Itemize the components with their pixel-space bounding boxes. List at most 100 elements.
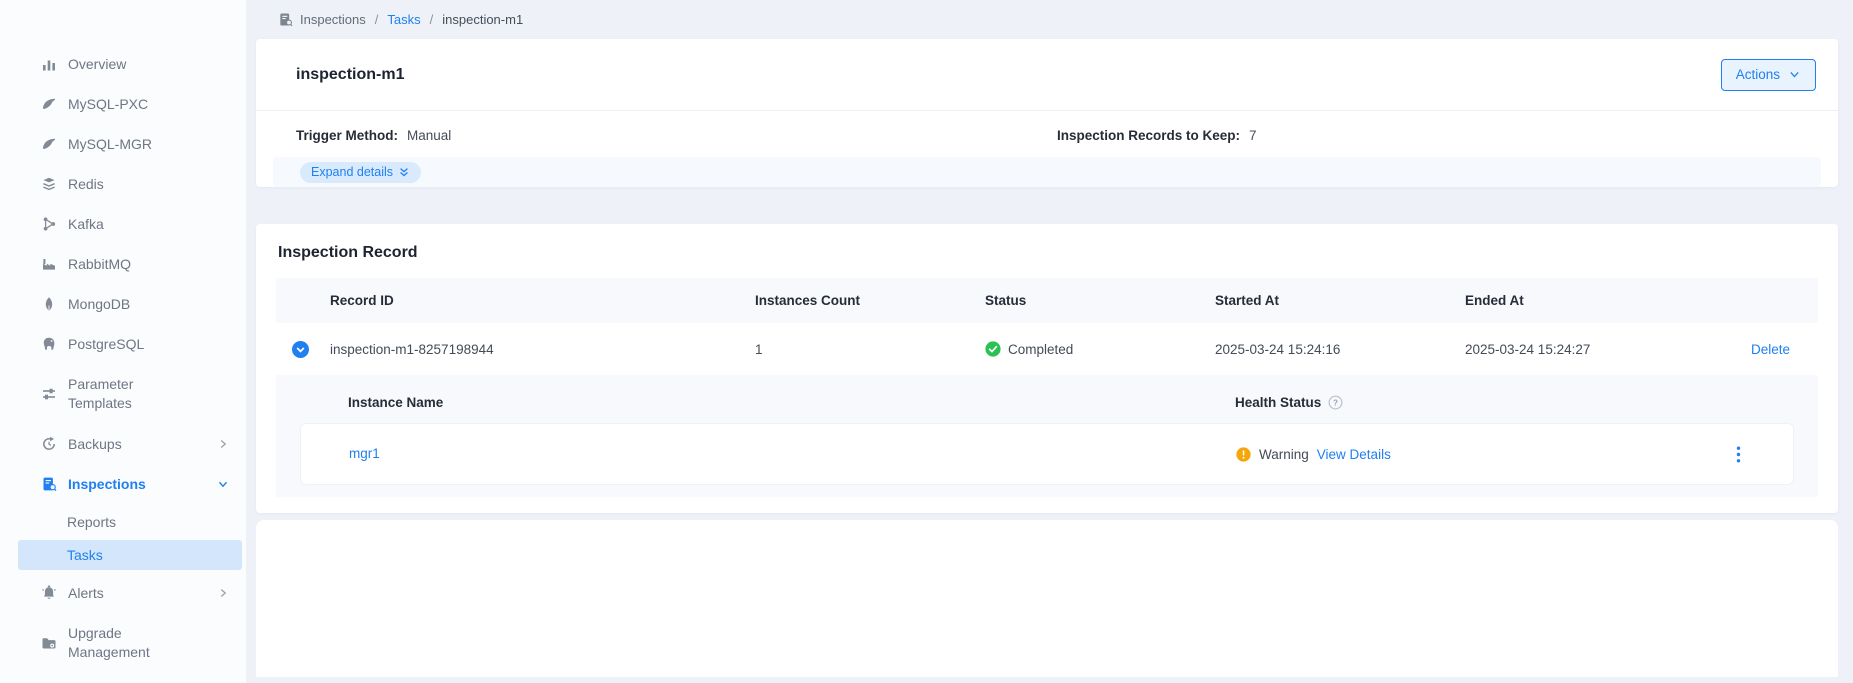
detail-table-header: Instance Name Health Status ? [300, 383, 1794, 421]
column-header-instances-count: Instances Count [749, 293, 979, 308]
sidebar-item-label: PostgreSQL [68, 335, 198, 354]
inspection-icon [278, 12, 293, 27]
sidebar-item-inspections[interactable]: Inspections [0, 464, 246, 504]
section-title: Inspection Record [278, 244, 1818, 262]
dolphin-icon [40, 136, 57, 153]
sidebar: Overview MySQL-PXC MySQL-MGR Redis Kafka… [0, 0, 246, 683]
sidebar-item-label: RabbitMQ [68, 255, 198, 274]
field-value: 7 [1249, 128, 1257, 143]
detail-row: mgr1 Warning View Details [300, 423, 1794, 485]
column-header-ended-at: Ended At [1459, 293, 1709, 308]
sidebar-item-label: Inspections [68, 475, 198, 494]
sidebar-item-label: Backups [68, 435, 198, 454]
row-menu-button[interactable] [1683, 446, 1793, 463]
breadcrumb-item-tasks[interactable]: Tasks [387, 12, 420, 27]
main-content: Inspections / Tasks / inspection-m1 insp… [246, 0, 1853, 683]
sidebar-item-redis[interactable]: Redis [0, 164, 246, 204]
sidebar-item-kafka[interactable]: Kafka [0, 204, 246, 244]
layers-icon [40, 176, 57, 193]
row-expand-toggle[interactable] [276, 341, 324, 358]
column-header-instance-name: Instance Name [348, 395, 1235, 410]
sidebar-item-label: Tasks [67, 547, 103, 563]
cell-ended-at: 2025-03-24 15:24:27 [1459, 342, 1709, 357]
chevron-down-circle-icon [292, 341, 309, 358]
instance-name-link[interactable]: mgr1 [349, 446, 380, 461]
task-card-header: inspection-m1 Actions [256, 39, 1838, 111]
breadcrumb-item-current: inspection-m1 [442, 12, 523, 27]
kebab-menu-icon [1736, 446, 1741, 463]
chevron-down-icon [216, 477, 230, 491]
cell-record-id: inspection-m1-8257198944 [324, 342, 749, 357]
column-header-record-id: Record ID [324, 293, 749, 308]
upgrade-icon [40, 635, 57, 652]
sidebar-item-upgrade-management[interactable]: Upgrade Management [0, 613, 246, 673]
warning-circle-icon [1236, 447, 1251, 462]
actions-button-label: Actions [1736, 67, 1780, 82]
breadcrumb-separator: / [375, 12, 379, 27]
leaf-icon [40, 296, 57, 313]
sidebar-item-label: MySQL-MGR [68, 135, 198, 154]
field-label: Trigger Method: [296, 128, 398, 143]
breadcrumb: Inspections / Tasks / inspection-m1 [256, 0, 1838, 39]
cell-status: Completed [979, 341, 1209, 357]
alarm-icon [40, 585, 57, 602]
status-label: Completed [1008, 342, 1073, 357]
sidebar-item-parameter-templates[interactable]: Parameter Templates [0, 364, 246, 424]
double-chevron-down-icon [398, 167, 410, 178]
cell-instances-count: 1 [749, 342, 979, 357]
check-circle-icon [985, 341, 1001, 357]
view-details-link[interactable]: View Details [1317, 447, 1391, 462]
breadcrumb-item-inspections: Inspections [300, 12, 366, 27]
sliders-icon [40, 386, 57, 403]
delete-link[interactable]: Delete [1751, 342, 1790, 357]
sidebar-item-label: Reports [67, 514, 116, 530]
task-fields-row: Trigger Method: Manual Inspection Record… [256, 111, 1838, 143]
sidebar-item-label: Alerts [68, 584, 198, 603]
page-title: inspection-m1 [296, 66, 404, 84]
chevron-down-icon [1788, 68, 1801, 81]
question-circle-icon[interactable]: ? [1328, 395, 1343, 410]
expanded-detail-section: Instance Name Health Status ? mgr1 Warni… [276, 375, 1818, 497]
expand-strip: Expand details [273, 157, 1821, 187]
task-summary-card: inspection-m1 Actions Trigger Method: Ma… [256, 39, 1838, 187]
sidebar-item-reports[interactable]: Reports [18, 507, 242, 537]
sidebar-item-label: Upgrade Management [68, 624, 198, 662]
elephant-icon [40, 336, 57, 353]
sidebar-item-label: Kafka [68, 215, 198, 234]
kafka-icon [40, 216, 57, 233]
expand-details-button[interactable]: Expand details [300, 162, 421, 183]
column-header-status: Status [979, 293, 1209, 308]
sidebar-item-label: Parameter Templates [68, 375, 198, 413]
field-value: Manual [407, 128, 451, 143]
sidebar-item-mysql-pxc[interactable]: MySQL-PXC [0, 84, 246, 124]
records-to-keep-field: Inspection Records to Keep: 7 [1057, 128, 1257, 143]
table-row: inspection-m1-8257198944 1 Completed 202… [276, 323, 1818, 375]
sidebar-item-mysql-mgr[interactable]: MySQL-MGR [0, 124, 246, 164]
sidebar-item-overview[interactable]: Overview [0, 44, 246, 84]
sidebar-item-tasks[interactable]: Tasks [18, 540, 242, 570]
bar-chart-icon [40, 56, 57, 73]
record-table-header: Record ID Instances Count Status Started… [276, 278, 1818, 323]
sidebar-item-alerts[interactable]: Alerts [0, 573, 246, 613]
expand-details-label: Expand details [311, 165, 393, 179]
cell-actions: Delete [1709, 342, 1818, 357]
sidebar-item-postgresql[interactable]: PostgreSQL [0, 324, 246, 364]
sidebar-item-rabbitmq[interactable]: RabbitMQ [0, 244, 246, 284]
column-header-started-at: Started At [1209, 293, 1459, 308]
cell-health-status: Warning View Details [1236, 447, 1683, 462]
sidebar-item-label: MySQL-PXC [68, 95, 198, 114]
actions-button[interactable]: Actions [1721, 59, 1816, 91]
trigger-method-field: Trigger Method: Manual [296, 128, 1057, 143]
sidebar-item-label: MongoDB [68, 295, 198, 314]
factory-icon [40, 256, 57, 273]
column-header-health-status: Health Status [1235, 395, 1321, 410]
backup-icon [40, 436, 57, 453]
bottom-panel [256, 520, 1838, 677]
health-status-label: Warning [1259, 447, 1309, 462]
dolphin-icon [40, 96, 57, 113]
sidebar-item-mongodb[interactable]: MongoDB [0, 284, 246, 324]
cell-started-at: 2025-03-24 15:24:16 [1209, 342, 1459, 357]
svg-text:?: ? [1333, 398, 1338, 407]
sidebar-item-backups[interactable]: Backups [0, 424, 246, 464]
inspection-icon [40, 476, 57, 493]
